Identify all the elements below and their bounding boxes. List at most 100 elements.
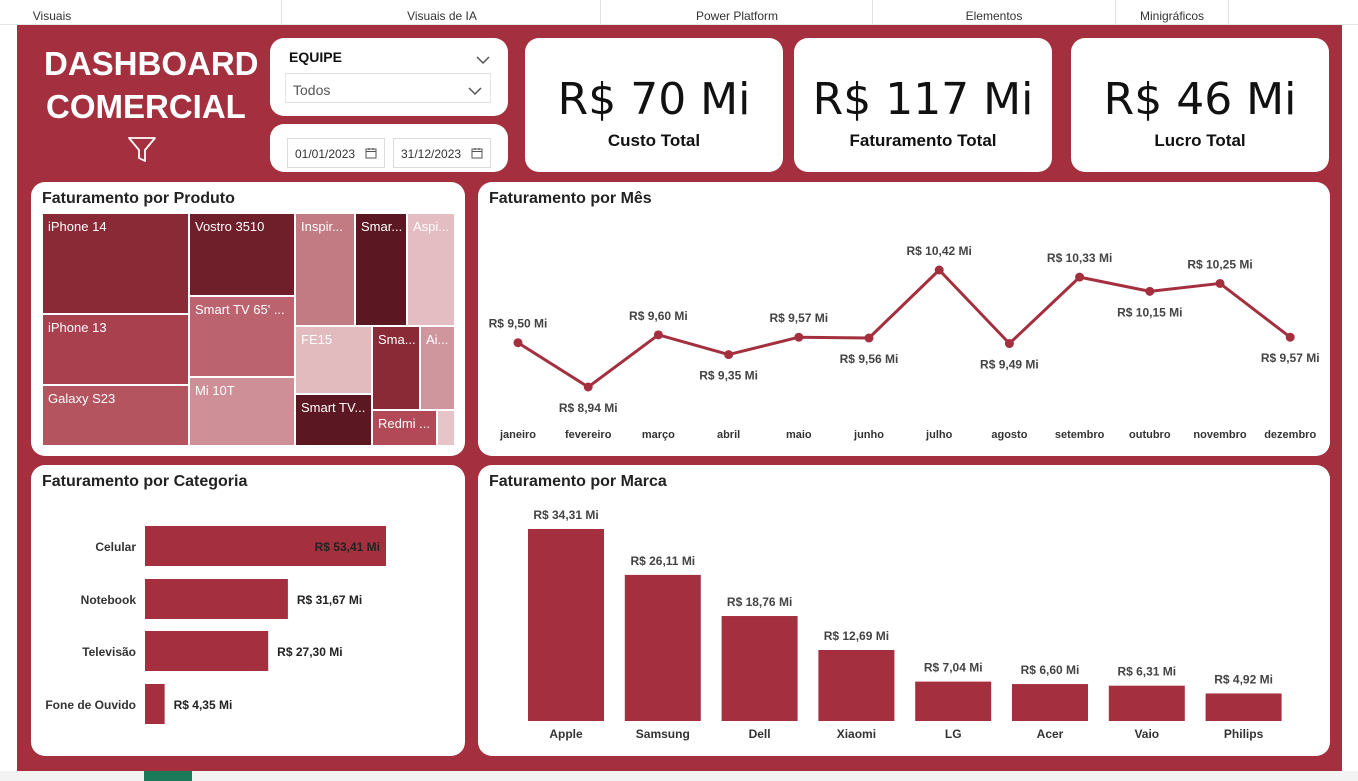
treemap-cell-label: Smar...	[361, 219, 403, 234]
y-tick-label: Televisão	[82, 645, 136, 659]
brand-bar[interactable]	[624, 574, 701, 721]
treemap-cell-label: Ai...	[426, 332, 449, 347]
treemap-cell-label: Sma...	[378, 332, 416, 347]
treemap-cell-label: FE15	[301, 332, 333, 347]
data-label: R$ 53,41 Mi	[315, 540, 380, 554]
bottom-strip	[0, 771, 1358, 781]
treemap-cell[interactable]: FE15	[295, 326, 372, 394]
treemap-cell[interactable]	[437, 410, 455, 446]
treemap-cell[interactable]: Smart TV...	[295, 394, 372, 446]
line-point[interactable]	[1075, 272, 1085, 282]
brand-bar[interactable]	[1012, 684, 1088, 721]
equipe-dropdown[interactable]: Todos	[285, 73, 491, 103]
category-bar[interactable]	[145, 684, 165, 724]
line-point[interactable]	[583, 382, 593, 392]
equipe-dropdown-value: Todos	[293, 82, 331, 98]
chevron-down-icon	[468, 83, 482, 101]
kpi-label: Faturamento Total	[849, 131, 997, 150]
ribbon-separator	[872, 0, 873, 25]
faturamento-mes-panel: Faturamento por Mês R$ 9,50 Mi janeiro R$ …	[478, 182, 1330, 456]
x-tick-label: Vaio	[1134, 727, 1159, 741]
data-label: R$ 10,42 Mi	[907, 244, 972, 258]
line-point[interactable]	[513, 338, 523, 348]
line-point[interactable]	[1145, 286, 1155, 296]
line-point[interactable]	[934, 265, 944, 275]
category-bar-chart[interactable]: Celular R$ 53,41 Mi Notebook R$ 31,67 Mi Tel…	[31, 465, 465, 756]
treemap-cell[interactable]: Inspir...	[295, 213, 355, 326]
brand-bar[interactable]	[1205, 693, 1282, 721]
treemap-cell[interactable]: Vostro 3510	[189, 213, 295, 296]
treemap-cell-label: Vostro 3510	[195, 219, 265, 234]
x-tick-label: LG	[945, 727, 962, 741]
kpi-value: R$ 70 Mi	[557, 74, 751, 125]
treemap-cell[interactable]: Smar...	[355, 213, 407, 326]
line-point[interactable]	[1285, 332, 1295, 342]
x-tick-label: junho	[853, 429, 884, 441]
treemap-cell[interactable]: Smart TV 65' ...	[189, 296, 295, 377]
filter-funnel-icon[interactable]	[127, 135, 157, 170]
treemap-cell[interactable]: Aspi...	[407, 213, 455, 326]
data-label: R$ 10,25 Mi	[1187, 257, 1252, 271]
treemap-cell[interactable]: Mi 10T	[189, 377, 295, 446]
x-tick-label: Philips	[1224, 727, 1264, 741]
treemap-cell[interactable]: iPhone 14	[42, 213, 189, 314]
x-tick-label: fevereiro	[565, 429, 612, 441]
data-label: R$ 12,69 Mi	[824, 629, 889, 643]
line-point[interactable]	[1215, 278, 1225, 288]
brand-bar[interactable]	[915, 681, 992, 721]
ribbon: Visuais Visuais de IA Power Platform Ele…	[0, 0, 1358, 25]
brand-bar[interactable]	[1108, 685, 1185, 721]
data-label: R$ 9,35 Mi	[699, 369, 758, 383]
ribbon-tab-power-platform[interactable]: Power Platform	[676, 0, 798, 25]
treemap-cell[interactable]: iPhone 13	[42, 314, 189, 385]
data-label: R$ 10,33 Mi	[1047, 251, 1112, 265]
treemap-cell[interactable]: Redmi ...	[372, 410, 437, 446]
line-point[interactable]	[1004, 339, 1014, 349]
start-date-input[interactable]: 01/01/2023	[287, 138, 385, 168]
line-point[interactable]	[724, 350, 734, 360]
data-label: R$ 18,76 Mi	[727, 595, 792, 609]
start-date-value: 01/01/2023	[295, 147, 356, 161]
x-tick-label: julho	[925, 429, 953, 441]
kpi-label: Lucro Total	[1154, 131, 1246, 150]
brand-bar[interactable]	[818, 649, 895, 721]
ribbon-tab-elementos[interactable]: Elementos	[950, 0, 1038, 25]
title-line-2: COMERCIAL	[46, 88, 246, 125]
ribbon-tab-minigraficos[interactable]: Minigráficos	[1130, 0, 1214, 25]
x-tick-label: maio	[786, 429, 812, 441]
calendar-icon[interactable]	[471, 146, 483, 164]
ribbon-tab-visuais[interactable]: Visuais	[20, 0, 84, 25]
chevron-down-icon[interactable]	[476, 52, 490, 70]
data-label: R$ 4,92 Mi	[1214, 672, 1273, 686]
monthly-line-chart[interactable]: R$ 9,50 Mi janeiro R$ 8,94 Mi fevereiro R$ 9…	[478, 182, 1330, 456]
category-bar[interactable]	[145, 631, 269, 671]
ribbon-separator	[1228, 0, 1229, 25]
calendar-icon[interactable]	[365, 146, 377, 164]
end-date-input[interactable]: 31/12/2023	[393, 138, 491, 168]
line-point[interactable]	[864, 333, 874, 343]
treemap-cell-label: Smart TV...	[301, 400, 366, 415]
brand-bar[interactable]	[528, 529, 604, 721]
y-tick-label: Fone de Ouvido	[45, 698, 136, 712]
title-line-1: DASHBOARD	[44, 45, 259, 82]
treemap-cell[interactable]: Ai...	[420, 326, 455, 410]
ribbon-separator	[281, 0, 282, 25]
data-label: R$ 10,15 Mi	[1117, 305, 1182, 319]
faturamento-marca-panel: Faturamento por Marca R$ 34,31 Mi Apple R$…	[478, 465, 1330, 756]
x-tick-label: Dell	[749, 727, 771, 741]
faturamento-produto-panel: Faturamento por Produto iPhone 14 iPhone …	[31, 182, 465, 456]
treemap-cell[interactable]: Sma...	[372, 326, 420, 410]
product-treemap[interactable]: iPhone 14 iPhone 13 Galaxy S23 Vostro 3510 S…	[31, 182, 465, 456]
line-point[interactable]	[794, 332, 804, 342]
treemap-cell-label: Galaxy S23	[48, 391, 116, 406]
treemap-cell[interactable]: Galaxy S23	[42, 385, 189, 446]
brand-bar-chart[interactable]: R$ 34,31 Mi Apple R$ 26,11 Mi Samsung R$ 18,…	[478, 465, 1330, 756]
x-tick-label: Apple	[549, 727, 583, 741]
kpi-card-custo: R$ 70 Mi Custo Total	[525, 38, 783, 172]
brand-bar[interactable]	[721, 616, 798, 721]
ribbon-tab-visuais-ia[interactable]: Visuais de IA	[380, 0, 504, 25]
kpi-value: R$ 117 Mi	[812, 74, 1034, 125]
page-tab-indicator[interactable]	[144, 771, 192, 781]
line-point[interactable]	[653, 330, 663, 340]
category-bar[interactable]	[145, 579, 288, 619]
